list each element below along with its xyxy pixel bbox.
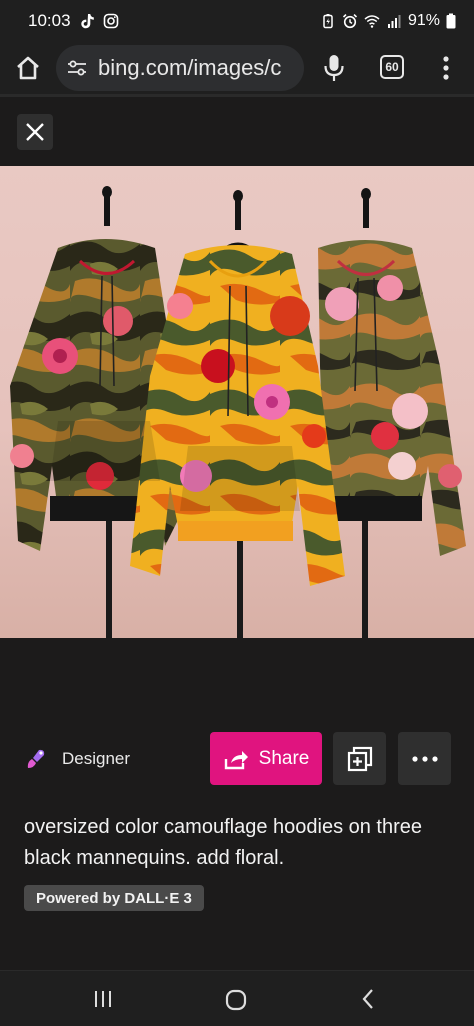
tiktok-icon bbox=[80, 14, 94, 29]
battery-icon bbox=[446, 13, 456, 29]
toolbar-divider bbox=[0, 94, 474, 97]
powered-by-badge: Powered by DALL·E 3 bbox=[24, 885, 204, 911]
tabs-icon[interactable]: 60 bbox=[380, 55, 404, 79]
more-dots-icon bbox=[411, 755, 438, 762]
url-text[interactable]: bing.com/images/c bbox=[98, 55, 281, 81]
signal-icon bbox=[387, 15, 401, 28]
close-button[interactable] bbox=[17, 114, 53, 150]
battery-saver-icon bbox=[323, 14, 333, 29]
status-bar: 10:03 91% bbox=[0, 0, 474, 42]
save-to-collection-button[interactable] bbox=[333, 732, 386, 785]
alarm-icon bbox=[342, 14, 358, 29]
share-icon bbox=[224, 750, 248, 769]
hoodies-illustration bbox=[10, 186, 466, 638]
tune-icon[interactable] bbox=[66, 57, 88, 79]
status-time: 10:03 bbox=[28, 11, 71, 30]
generated-image[interactable] bbox=[0, 166, 474, 638]
add-to-collection-icon bbox=[347, 746, 372, 771]
powered-by-label: Powered by DALL·E 3 bbox=[36, 889, 192, 907]
designer-link[interactable]: Designer bbox=[24, 746, 130, 772]
home-icon[interactable] bbox=[12, 52, 44, 84]
back-icon[interactable] bbox=[360, 987, 376, 1011]
battery-percent: 91% bbox=[407, 12, 440, 29]
wifi-icon bbox=[364, 15, 380, 28]
recent-apps-icon[interactable] bbox=[92, 989, 114, 1009]
more-options-button[interactable] bbox=[398, 732, 451, 785]
browser-toolbar: bing.com/images/c 60 bbox=[0, 42, 474, 94]
address-bar[interactable]: bing.com/images/c bbox=[56, 45, 304, 91]
instagram-icon bbox=[103, 13, 118, 29]
share-button[interactable]: Share bbox=[210, 732, 322, 785]
share-label: Share bbox=[258, 747, 310, 769]
mic-icon[interactable] bbox=[320, 52, 348, 84]
status-right: 91% bbox=[320, 12, 456, 30]
designer-label: Designer bbox=[62, 749, 131, 768]
system-nav-bar bbox=[0, 970, 474, 1026]
home-nav-icon[interactable] bbox=[224, 988, 248, 1012]
menu-dots-icon[interactable] bbox=[436, 54, 456, 82]
designer-logo-icon bbox=[27, 749, 45, 768]
close-icon bbox=[26, 123, 44, 141]
tab-count: 60 bbox=[385, 60, 399, 74]
image-caption: oversized color camouflage hoodies on th… bbox=[24, 816, 423, 869]
status-left: 10:03 bbox=[28, 11, 119, 31]
